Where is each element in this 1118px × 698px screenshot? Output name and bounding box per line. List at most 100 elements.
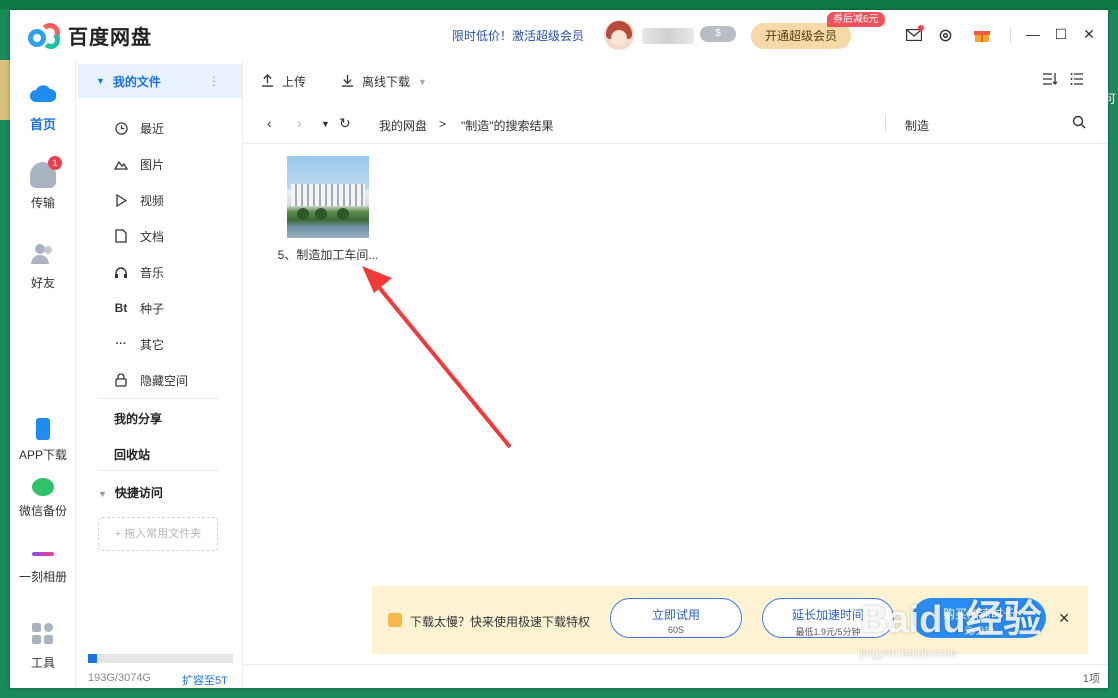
try-now-sub: 60S	[667, 625, 684, 635]
nav-transfer[interactable]: 1 传输	[10, 156, 76, 211]
quick-access-label: 快捷访问	[114, 486, 163, 500]
sidebar-item-other[interactable]: ··· 其它	[114, 334, 165, 354]
window-controls-separator	[1010, 27, 1011, 43]
refresh-icon[interactable]: ↻	[339, 115, 351, 132]
upload-label: 上传	[282, 75, 307, 89]
sidebar-item-videos[interactable]: 视频	[114, 190, 164, 210]
wechat-icon	[32, 478, 54, 496]
back-icon[interactable]: ‹	[267, 115, 272, 131]
offline-download-label: 离线下载	[362, 75, 411, 89]
album-icon	[32, 552, 54, 556]
item-count: 1项	[1082, 673, 1100, 685]
bt-torrent-icon: Bt	[114, 301, 128, 315]
lock-icon	[114, 373, 128, 387]
vip-discount-tag: 券后减6元	[827, 12, 885, 27]
nav-tools-label: 工具	[30, 656, 55, 670]
desktop-icon-fragment	[0, 60, 10, 120]
file-item[interactable]: 5、制造加工车间...	[273, 156, 383, 263]
sidebar-item-label: 隐藏空间	[140, 373, 189, 388]
drop-folder-zone[interactable]: + 拖入常用文件夹	[98, 517, 218, 551]
breadcrumb-root[interactable]: 我的网盘	[379, 117, 427, 134]
headphones-icon	[114, 265, 128, 279]
gift-icon[interactable]	[972, 25, 992, 45]
search-icon[interactable]	[1072, 115, 1086, 132]
more-vertical-icon[interactable]: ⋮	[208, 74, 220, 88]
upload-button[interactable]: 上传	[261, 73, 306, 90]
sidebar-item-label: 图片	[140, 157, 165, 172]
document-icon	[114, 229, 128, 243]
maximize-icon[interactable]: ☐	[1050, 23, 1072, 45]
cloud-home-icon	[30, 82, 57, 108]
file-name: 5、制造加工车间...	[277, 248, 379, 262]
sidebar-my-files[interactable]: ▼ 我的文件 ⋮	[78, 64, 242, 98]
nav-wechat-backup[interactable]: 微信备份	[10, 478, 76, 519]
mountain-image-icon	[114, 157, 128, 171]
sidebar-quick-access[interactable]: ▼ 快捷访问	[98, 484, 163, 501]
sidebar-item-hidden-space[interactable]: 隐藏空间	[114, 370, 188, 390]
expand-storage-link[interactable]: 扩容至5T	[182, 672, 228, 688]
storage-progress-bar	[88, 654, 233, 663]
sidebar-item-label: 种子	[140, 301, 165, 316]
upload-icon	[261, 73, 274, 90]
speed-boost-icon	[388, 613, 402, 627]
baidu-jingyan-watermark: Baidu经验	[860, 599, 1042, 641]
vip-promo-link[interactable]: 限时低价！激活超级会员	[452, 27, 584, 44]
play-icon	[114, 193, 128, 207]
nav-friends[interactable]: 好友	[10, 242, 76, 291]
settings-gear-icon[interactable]	[935, 25, 955, 45]
level-badge[interactable]: $	[700, 26, 736, 42]
offline-download-button[interactable]: 离线下载 ▼	[341, 73, 427, 90]
nav-tools[interactable]: 工具	[10, 622, 76, 671]
close-icon[interactable]: ✕	[1078, 23, 1100, 45]
minimize-icon[interactable]: —	[1022, 23, 1044, 45]
title-bar: 百度网盘 限时低价！激活超级会员 $ 开通超级会员 券后减6元 — ☐ ✕	[10, 10, 1108, 60]
sidebar-item-music[interactable]: 音乐	[114, 262, 164, 282]
nav-home[interactable]: 首页	[10, 82, 76, 133]
my-files-label: 我的文件	[112, 74, 161, 89]
sidebar-item-label: 音乐	[140, 265, 165, 280]
try-now-button[interactable]: 立即试用 60S	[610, 598, 742, 638]
dropdown-caret-icon[interactable]: ▼	[418, 77, 427, 87]
promo-close-icon[interactable]: ✕	[1058, 610, 1070, 627]
history-dropdown-icon[interactable]: ▼	[321, 119, 330, 129]
transfer-icon: 1	[30, 156, 62, 188]
phone-icon	[36, 418, 50, 440]
list-view-icon[interactable]	[1070, 72, 1084, 89]
avatar[interactable]	[604, 20, 634, 50]
sidebar-item-torrents[interactable]: Bt 种子	[114, 298, 164, 318]
collapse-triangle-icon[interactable]: ▼	[96, 76, 105, 86]
watermark-url: jingyan.baidu.com	[860, 646, 957, 660]
sidebar-item-images[interactable]: 图片	[114, 154, 164, 174]
sidebar-item-label: 最近	[140, 121, 165, 136]
sidebar-item-documents[interactable]: 文档	[114, 226, 164, 246]
tools-grid-icon	[30, 622, 56, 648]
sidebar-item-my-share[interactable]: 我的分享	[114, 410, 162, 427]
more-dots-icon: ···	[115, 338, 127, 350]
forward-icon[interactable]: ›	[297, 115, 302, 131]
status-bar: 1项	[243, 664, 1108, 688]
storage-progress-fill	[88, 654, 98, 663]
username-blurred[interactable]	[642, 28, 694, 44]
download-icon	[341, 74, 354, 90]
view-options	[1042, 72, 1084, 89]
nav-app-download[interactable]: APP下载	[10, 418, 76, 463]
mail-icon[interactable]	[904, 25, 924, 45]
sidebar-divider	[98, 398, 218, 399]
clock-icon	[114, 121, 128, 135]
nav-friends-label: 好友	[30, 276, 55, 290]
nav-app-download-label: APP下载	[18, 448, 67, 462]
promo-text: 下载太慢？快来使用极速下载特权	[410, 615, 591, 629]
file-sidebar: ▼ 我的文件 ⋮ 最近 图片 视频 文档 音乐 Bt 种子 ··· 其它 隐藏空…	[76, 60, 243, 688]
storage-usage-text: 193G/3074G	[88, 672, 151, 684]
sidebar-item-label: 文档	[140, 229, 165, 244]
sort-icon[interactable]	[1042, 72, 1058, 89]
sidebar-item-recent[interactable]: 最近	[114, 118, 164, 138]
try-now-title: 立即试用	[651, 608, 700, 622]
app-window: 百度网盘 限时低价！激活超级会员 $ 开通超级会员 券后减6元 — ☐ ✕ 首页…	[10, 10, 1108, 688]
sidebar-item-recycle-bin[interactable]: 回收站	[114, 446, 150, 463]
collapse-triangle-icon[interactable]: ▼	[98, 489, 107, 499]
search-input[interactable]: 制造	[905, 117, 929, 134]
nav-moment-album[interactable]: 一刻相册	[10, 546, 76, 585]
app-logo[interactable]: 百度网盘	[28, 21, 152, 50]
nav-wechat-backup-label: 微信备份	[18, 504, 67, 518]
